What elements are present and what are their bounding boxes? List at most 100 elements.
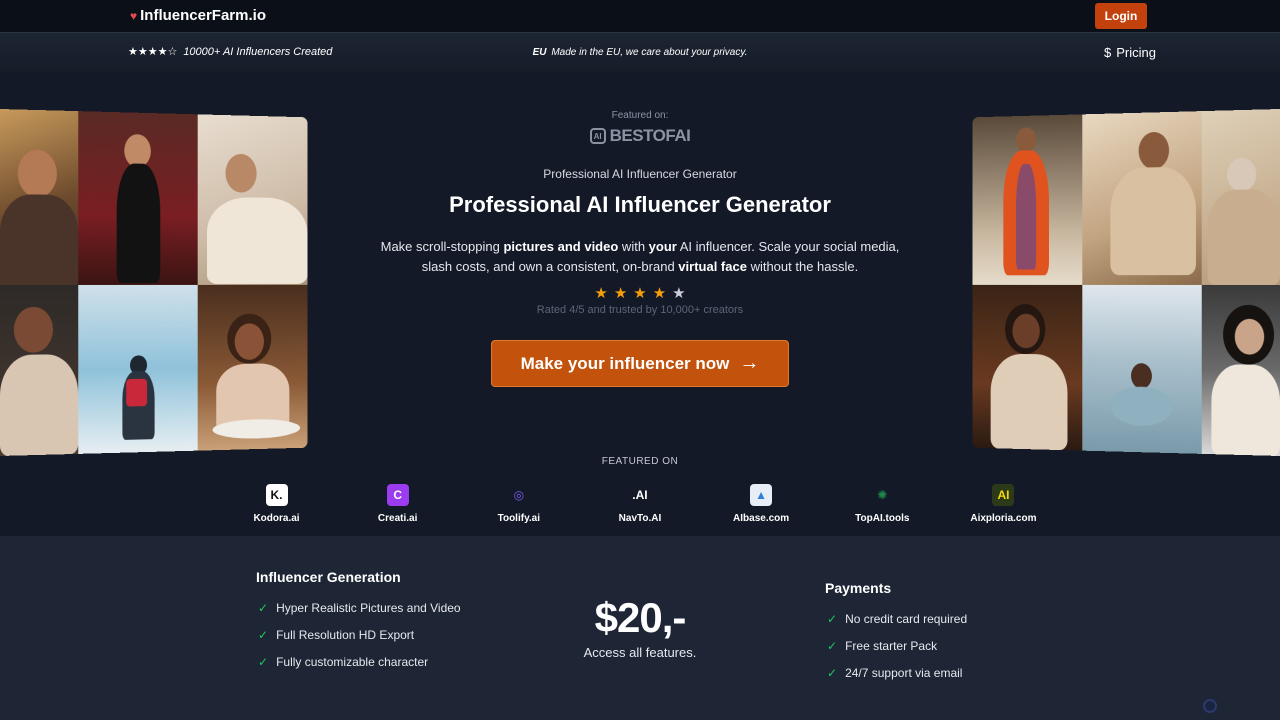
hero-description: Make scroll-stopping pictures and video … bbox=[370, 237, 910, 277]
showcase-image bbox=[1201, 284, 1280, 456]
privacy-notice: EU Made in the EU, we care about your pr… bbox=[0, 47, 1280, 58]
bestofai-badge-icon: AI bbox=[589, 128, 606, 144]
showcase-image bbox=[0, 284, 79, 456]
generation-title: Influencer Generation bbox=[256, 569, 401, 585]
feature-text: Hyper Realistic Pictures and Video bbox=[276, 600, 461, 615]
featured-logo-item[interactable]: ▲ AIbase.com bbox=[701, 484, 822, 528]
arrow-right-icon: → bbox=[739, 352, 760, 374]
feature-text: 24/7 support via email bbox=[845, 665, 963, 680]
desc-part: with bbox=[618, 239, 649, 254]
showcase-image bbox=[1201, 109, 1280, 285]
generation-list: ✓ Hyper Realistic Pictures and Video ✓ Full… bbox=[258, 594, 461, 675]
chat-widget-icon[interactable] bbox=[1203, 699, 1217, 713]
desc-part: without the hassle. bbox=[746, 259, 859, 274]
check-icon: ✓ bbox=[827, 638, 838, 653]
partner-name: Creati.ai bbox=[377, 513, 418, 524]
partner-name: Kodora.ai bbox=[253, 513, 300, 524]
featured-logo-item[interactable]: ◎ Toolify.ai bbox=[458, 484, 579, 528]
featured-logo-item[interactable]: .AI NavTo.AI bbox=[579, 484, 700, 528]
showcase-image bbox=[197, 114, 308, 285]
partner-name: NavTo.AI bbox=[618, 513, 662, 524]
star-icon: ★ bbox=[672, 285, 686, 302]
dollar-icon: $ bbox=[1104, 45, 1112, 60]
showcase-gallery-left bbox=[0, 109, 308, 456]
showcase-image bbox=[197, 284, 308, 451]
partner-logo-icon: .AI bbox=[632, 488, 648, 502]
cta-label: Make your influencer now bbox=[520, 353, 730, 373]
showcase-gallery-right bbox=[972, 109, 1280, 456]
brand-name: InfluencerFarm.io bbox=[140, 7, 266, 24]
partner-logo-icon: AI bbox=[992, 484, 1015, 506]
partner-logo-icon: ▲ bbox=[750, 484, 773, 506]
feature-text: Free starter Pack bbox=[845, 638, 938, 653]
star-icon: ★ bbox=[633, 285, 647, 302]
feature-text: Full Resolution HD Export bbox=[276, 627, 415, 642]
hero-content: Featured on: AI BESTOFAI Professional AI… bbox=[340, 72, 940, 456]
heart-icon: ♥ bbox=[130, 8, 138, 23]
payments-title: Payments bbox=[825, 580, 892, 596]
check-icon: ✓ bbox=[827, 611, 838, 626]
partner-name: TopAI.tools bbox=[855, 513, 910, 524]
price-value: $20,- bbox=[594, 594, 687, 641]
rating-text: Rated 4/5 and trusted by 10,000+ creator… bbox=[536, 304, 744, 316]
featured-logo-item[interactable]: K. Kodora.ai bbox=[216, 484, 337, 528]
partner-logo-icon: ◎ bbox=[513, 488, 525, 502]
featured-logos: K. Kodora.ai C Creati.ai ◎ Toolify.ai .AI NavTo… bbox=[216, 484, 1064, 528]
showcase-image bbox=[78, 284, 198, 454]
payments-list: ✓ No credit card required ✓ Free starter Pa… bbox=[827, 605, 967, 686]
bestofai-logo[interactable]: AI BESTOFAI bbox=[340, 126, 940, 146]
featured-logo-item[interactable]: C Creati.ai bbox=[337, 484, 458, 528]
partner-logo-icon: K. bbox=[265, 484, 288, 506]
check-icon: ✓ bbox=[258, 654, 269, 669]
featured-on-heading: FEATURED ON bbox=[601, 456, 679, 467]
showcase-image bbox=[972, 284, 1083, 451]
desc-bold: your bbox=[648, 239, 677, 254]
brand-logo[interactable]: ♥ InfluencerFarm.io bbox=[130, 7, 266, 24]
featured-logo-item[interactable]: ✺ TopAI.tools bbox=[822, 484, 943, 528]
partner-name: AIbase.com bbox=[733, 513, 790, 524]
check-icon: ✓ bbox=[258, 600, 269, 615]
partner-logo-icon: ✺ bbox=[877, 488, 888, 502]
desc-part: Make scroll-stopping bbox=[380, 239, 504, 254]
feature-item: ✓ Full Resolution HD Export bbox=[258, 621, 461, 648]
info-bar: ★★★★☆ 10000+ AI Influencers Created EU M… bbox=[0, 32, 1280, 72]
showcase-image bbox=[0, 109, 79, 285]
showcase-image bbox=[1082, 284, 1202, 454]
hero-section: Featured on: AI BESTOFAI Professional AI… bbox=[0, 72, 1280, 536]
showcase-image bbox=[1082, 111, 1202, 285]
check-icon: ✓ bbox=[258, 627, 269, 642]
price-subtitle: Access all features. bbox=[583, 645, 697, 660]
top-nav: ♥ InfluencerFarm.io Login bbox=[0, 0, 1280, 32]
star-rating: ★ ★ ★ ★ ★ bbox=[340, 284, 940, 302]
featured-on-label: Featured on: bbox=[611, 110, 669, 121]
make-influencer-button[interactable]: Make your influencer now → bbox=[491, 340, 789, 387]
eu-flag-icon: EU bbox=[532, 47, 547, 58]
login-button[interactable]: Login bbox=[1095, 3, 1147, 29]
privacy-text: Made in the EU, we care about your priva… bbox=[551, 47, 748, 58]
feature-item: ✓ 24/7 support via email bbox=[827, 659, 967, 686]
desc-bold: pictures and video bbox=[503, 239, 619, 254]
partner-name: Aixploria.com bbox=[970, 513, 1037, 524]
feature-item: ✓ No credit card required bbox=[827, 605, 967, 632]
partner-name: Toolify.ai bbox=[497, 513, 541, 524]
partner-logo-icon: C bbox=[386, 484, 409, 506]
star-icon: ★ bbox=[594, 285, 608, 302]
features-section: Influencer Generation ✓ Hyper Realistic P… bbox=[0, 536, 1280, 720]
pricing-link[interactable]: $ Pricing bbox=[1104, 45, 1156, 60]
star-icon: ★ bbox=[652, 285, 667, 302]
desc-bold: virtual face bbox=[678, 259, 747, 274]
bestofai-name: BESTOFAI bbox=[609, 126, 691, 145]
featured-logo-item[interactable]: AI Aixploria.com bbox=[943, 484, 1064, 528]
feature-item: ✓ Fully customizable character bbox=[258, 648, 461, 675]
pricing-label: Pricing bbox=[1116, 45, 1156, 60]
feature-text: No credit card required bbox=[845, 611, 968, 626]
hero-title: Professional AI Influencer Generator bbox=[449, 192, 831, 217]
star-icon: ★ bbox=[613, 285, 628, 302]
showcase-image bbox=[972, 114, 1083, 285]
feature-text: Fully customizable character bbox=[276, 654, 429, 669]
feature-item: ✓ Hyper Realistic Pictures and Video bbox=[258, 594, 461, 621]
hero-eyebrow: Professional AI Influencer Generator bbox=[543, 167, 737, 181]
check-icon: ✓ bbox=[827, 665, 838, 680]
feature-item: ✓ Free starter Pack bbox=[827, 632, 967, 659]
showcase-image bbox=[78, 111, 198, 285]
